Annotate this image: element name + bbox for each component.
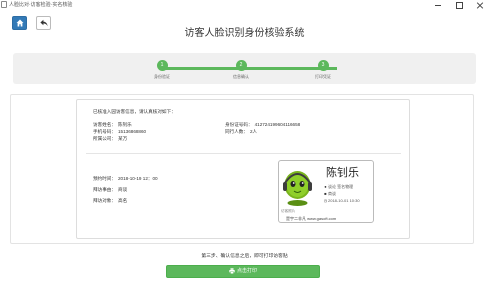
appointment-time: 2018-10-19 12：00: [117, 176, 158, 181]
field-label: 同行人数：: [225, 129, 248, 134]
field-label: 手机号码：: [93, 129, 116, 134]
badge-footer-url: 是宇二非凡 www.gasoft.com: [286, 216, 337, 221]
id-number-field: 身份证号码： 412724199604116658: [225, 122, 300, 128]
badge-visitor-name: 陈钊乐: [326, 167, 359, 179]
badge-line-3: ◷2018-10-01 10:30: [323, 198, 360, 203]
print-button[interactable]: 点击打印: [166, 265, 320, 278]
window-titlebar: 人脸比对·访客检验·实名核验: [0, 0, 489, 10]
step-label: 打印凭证: [315, 74, 331, 79]
window-title: 人脸比对·访客检验·实名核验: [9, 2, 73, 8]
field-label: 身份证号码：: [225, 122, 253, 127]
field-label: 访客姓名：: [93, 122, 116, 127]
app-icon: [1, 1, 7, 8]
field-label: 拜访事由：: [93, 187, 116, 192]
visitor-name: 陈钊乐: [117, 122, 132, 127]
phone-field: 手机号码： 15136868860: [93, 129, 146, 135]
section-divider: [86, 153, 401, 154]
step-label: 信息确认: [233, 74, 249, 79]
host-name: 高名: [117, 198, 128, 203]
visit-purpose-field: 拜访事由： 商谈: [93, 187, 127, 193]
step-number: 3: [317, 60, 329, 71]
company-field: 所属公司： 某万: [93, 136, 127, 142]
minimize-button[interactable]: [431, 0, 445, 10]
field-label: 预约时间：: [93, 176, 116, 181]
step-label: 身份验证: [154, 74, 170, 79]
step-3: 3 打印凭证: [293, 60, 353, 80]
phone-number: 15136868860: [117, 129, 147, 134]
field-label: 所属公司：: [93, 136, 116, 141]
maximize-button[interactable]: [452, 0, 466, 10]
appointment-time-field: 预约时间： 2018-10-19 12：00: [93, 176, 158, 182]
step-2: 2 信息确认: [211, 60, 271, 80]
badge-line-1: ●谈论 签名物理: [324, 184, 354, 189]
field-label: 拜访对象：: [93, 198, 116, 203]
page-title: 访客人脸识别身份核验系统: [184, 28, 305, 39]
close-button[interactable]: [473, 0, 487, 10]
badge-line-2: ■商谈: [324, 191, 336, 196]
visitor-photo: [283, 171, 312, 206]
photo-caption: 访客照片: [281, 209, 296, 213]
step-progress: 1 身份验证 2 信息确认 3 打印凭证: [13, 53, 476, 84]
step-1: 1 身份验证: [132, 60, 192, 80]
printer-icon: [229, 267, 235, 274]
step-number: 1: [156, 60, 168, 71]
company-name: 某万: [117, 136, 128, 141]
verification-notice: 已核准入园访客信息，请认真核对如下：: [93, 109, 176, 114]
host-field: 拜访对象： 高名: [93, 198, 127, 204]
visit-purpose: 商谈: [117, 187, 128, 192]
companions-field: 同行人数： 2人: [225, 129, 257, 135]
companions-count: 2人: [249, 129, 258, 134]
visitor-name-field: 访客姓名： 陈钊乐: [93, 122, 132, 128]
step-number: 2: [235, 60, 247, 71]
step-instruction: 第三步、确认信息之后，即可打印访客贴: [201, 254, 288, 259]
print-button-label: 点击打印: [236, 268, 257, 274]
id-number: 412724199604116658: [254, 122, 301, 127]
